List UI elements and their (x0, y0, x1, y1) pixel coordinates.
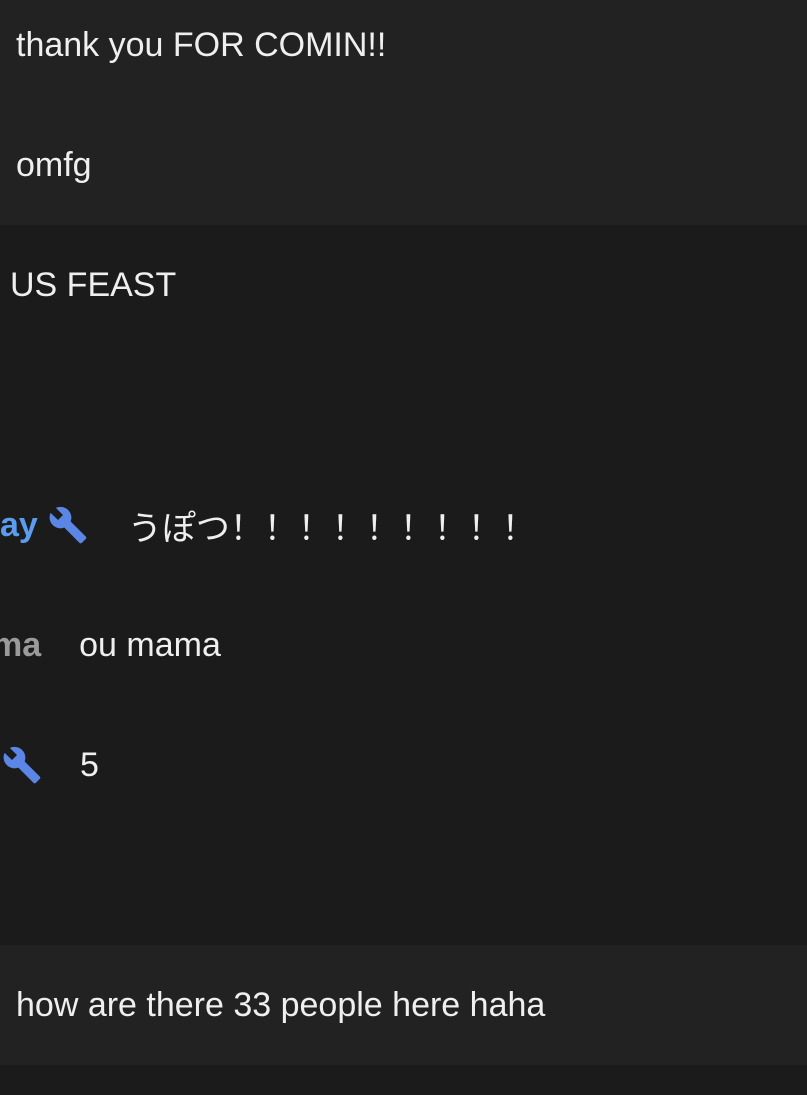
chat-message-empty (0, 825, 807, 945)
message-text: how are there 33 people here haha (16, 985, 546, 1024)
wrench-icon (48, 505, 88, 545)
message-text: うぽつ！！！！！！！！！ (127, 509, 536, 548)
chat-message: how are there 33 people here haha (0, 945, 807, 1065)
chat-message: omfg (0, 105, 807, 225)
chat-message-empty (0, 345, 807, 465)
message-text: thank you FOR COMIN!! (16, 25, 387, 64)
chat-message: 5 (0, 705, 807, 825)
chat-message: US FEAST (0, 225, 807, 345)
wrench-icon (2, 745, 42, 785)
message-text: 5 (80, 745, 99, 784)
chat-message: thank you FOR COMIN!! (0, 0, 807, 105)
message-text: omfg (16, 145, 92, 184)
message-text: ou mama (79, 625, 221, 664)
chat-message: ay うぽつ！！！！！！！！！ (0, 465, 807, 585)
message-text: US FEAST (10, 265, 177, 304)
chat-feed: thank you FOR COMIN!! omfg US FEAST ay う… (0, 0, 807, 1095)
author-name[interactable]: ma (0, 626, 41, 665)
chat-message: ma ou mama (0, 585, 807, 705)
author-name[interactable]: ay (0, 506, 38, 545)
